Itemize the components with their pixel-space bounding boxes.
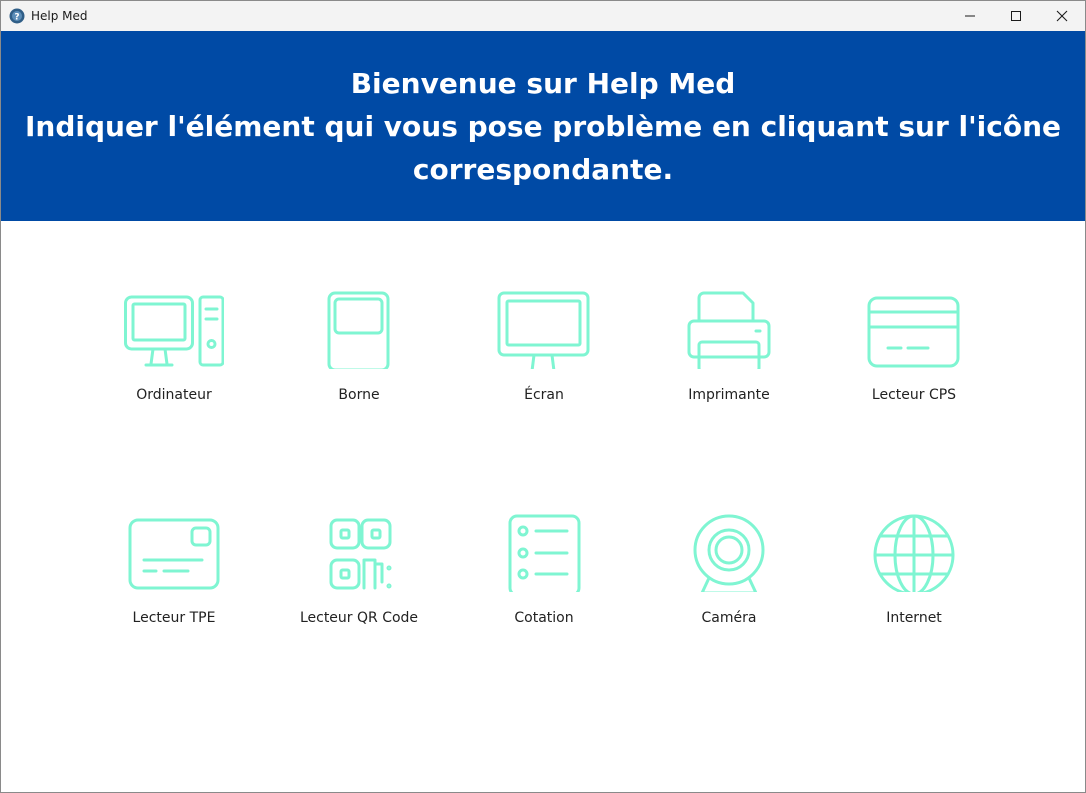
- printer-icon: [679, 289, 779, 369]
- minimize-icon: [965, 15, 975, 17]
- svg-text:?: ?: [14, 13, 19, 23]
- tile-label: Imprimante: [688, 387, 770, 403]
- window-title: Help Med: [31, 9, 88, 23]
- tile-imprimante[interactable]: Imprimante: [639, 289, 819, 439]
- app-window: ? Help Med Bienvenue sur Help Med Indiqu…: [0, 0, 1086, 793]
- qr-code-icon: [309, 512, 409, 592]
- list-icon: [494, 512, 594, 592]
- app-logo-icon: ?: [9, 8, 25, 24]
- tile-ordinateur[interactable]: Ordinateur: [84, 289, 264, 439]
- tile-ecran[interactable]: Écran: [454, 289, 634, 439]
- webcam-icon: [679, 512, 779, 592]
- banner-instruction-line2: correspondante.: [412, 152, 674, 186]
- tile-label: Lecteur CPS: [871, 387, 957, 403]
- tile-borne[interactable]: Borne: [269, 289, 449, 439]
- maximize-button[interactable]: [993, 1, 1039, 31]
- card-reader-icon: [864, 289, 964, 369]
- maximize-icon: [1011, 11, 1021, 21]
- banner-title: Bienvenue sur Help Med: [350, 66, 736, 100]
- tile-label: Écran: [524, 387, 564, 403]
- tile-label: Caméra: [701, 610, 757, 626]
- tile-internet[interactable]: Internet: [824, 512, 1004, 662]
- tile-label: Ordinateur: [136, 387, 212, 403]
- computer-icon: [124, 289, 224, 369]
- payment-terminal-icon: [124, 512, 224, 592]
- tile-label: Borne: [338, 387, 380, 403]
- tile-label: Lecteur TPE: [132, 610, 216, 626]
- monitor-icon: [494, 289, 594, 369]
- close-button[interactable]: [1039, 1, 1085, 31]
- minimize-button[interactable]: [947, 1, 993, 31]
- kiosk-icon: [309, 289, 409, 369]
- tile-lecteur-tpe[interactable]: Lecteur TPE: [84, 512, 264, 662]
- title-bar[interactable]: ? Help Med: [1, 1, 1085, 31]
- tile-camera[interactable]: Caméra: [639, 512, 819, 662]
- tile-label: Lecteur QR Code: [299, 610, 419, 626]
- tile-label: Cotation: [514, 610, 574, 626]
- tile-label: Internet: [886, 610, 942, 626]
- globe-icon: [864, 512, 964, 592]
- tile-lecteur-cps[interactable]: Lecteur CPS: [824, 289, 1004, 439]
- close-icon: [1056, 10, 1068, 22]
- welcome-banner: Bienvenue sur Help Med Indiquer l'élémen…: [1, 31, 1085, 221]
- tile-cotation[interactable]: Cotation: [454, 512, 634, 662]
- tile-lecteur-qr-code[interactable]: Lecteur QR Code: [269, 512, 449, 662]
- banner-instruction-line1: Indiquer l'élément qui vous pose problèm…: [24, 109, 1062, 143]
